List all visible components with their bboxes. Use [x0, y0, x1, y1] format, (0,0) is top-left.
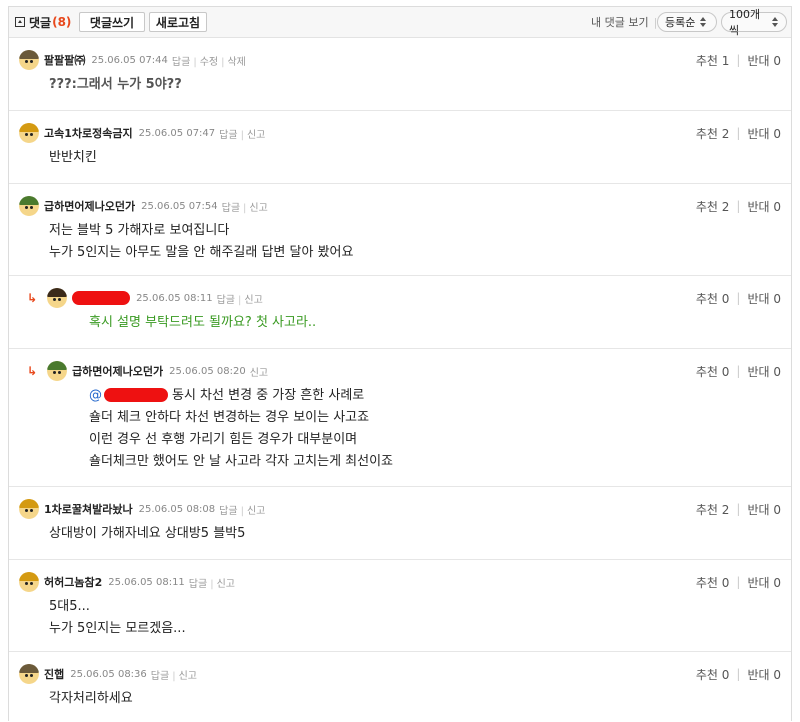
downvote-button[interactable]: 반대 0	[747, 363, 781, 380]
comment-author[interactable]: 1차로꿀쳐발라놨나	[44, 501, 133, 517]
upvote-button[interactable]: 추천 2	[696, 125, 730, 142]
refresh-button[interactable]: 새로고침	[149, 12, 207, 32]
delete-link[interactable]: 삭제	[227, 57, 245, 68]
comment-toggle[interactable]: 댓글 (8)	[15, 7, 71, 37]
sort-select[interactable]: 등록순	[657, 12, 717, 32]
comment-date: 25.06.05 07:47	[138, 127, 216, 139]
report-link[interactable]: 신고	[179, 671, 197, 682]
downvote-button[interactable]: 반대 0	[747, 501, 781, 518]
upvote-button[interactable]: 추천 0	[696, 363, 730, 380]
avatar[interactable]	[19, 196, 39, 216]
comment-text: 5대5... 누가 5인지는 모르겠음...	[49, 599, 186, 636]
comment-date: 25.06.05 07:54	[141, 200, 218, 212]
comment-author[interactable]: 허허그놈참2	[44, 574, 102, 590]
downvote-button[interactable]: 반대 0	[747, 574, 781, 591]
downvote-button[interactable]: 반대 0	[747, 290, 781, 307]
comment-item: 고속1차로정속금지 25.06.05 07:47 답글 | 신고 추천 2 | 반대 0…	[9, 111, 791, 184]
comment-date: 25.06.05 08:20	[169, 365, 246, 377]
upvote-button[interactable]: 추천 0	[696, 290, 730, 307]
reply-link[interactable]: 답글	[222, 203, 240, 214]
report-link[interactable]: 신고	[247, 506, 265, 517]
reply-link[interactable]: 답글	[172, 57, 190, 68]
comment-count: (8)	[52, 15, 72, 29]
comment-date: 25.06.05 08:11	[136, 292, 213, 304]
redacted-mention	[104, 387, 168, 402]
upvote-button[interactable]: 추천 2	[696, 198, 730, 215]
my-comments-link[interactable]: 내 댓글 보기 |	[591, 7, 657, 37]
report-link[interactable]: 신고	[249, 203, 267, 214]
per-page-select[interactable]: 100개씩	[721, 8, 787, 37]
comment-toolbar: 댓글 (8) 댓글쓰기 새로고침 내 댓글 보기 | 등록순 100개씩	[9, 7, 791, 38]
comment-item: 팔팔팔㈜ 25.06.05 07:44 답글 | 수정 | 삭제 추천 1 | 반대 0 ?…	[9, 38, 791, 111]
reply-link[interactable]: 답글	[219, 506, 237, 517]
comment-label: 댓글	[29, 15, 52, 30]
comment-item: 1차로꿀쳐발라놨나 25.06.05 08:08 답글 | 신고 추천 2 | 반대 0…	[9, 487, 791, 560]
comment-text: @ 동시 차선 변경 중 가장 흔한 사례로 숄더 체크 안하다 차선 변경하는 …	[89, 387, 394, 469]
comment-date: 25.06.05 08:11	[108, 576, 185, 588]
comment-author[interactable]: 급하면어제나오던가	[44, 198, 135, 214]
comment-date: 25.06.05 08:36	[70, 668, 147, 680]
comment-author[interactable]: 고속1차로정속금지	[44, 125, 133, 141]
report-link[interactable]: 신고	[247, 130, 265, 141]
avatar[interactable]	[47, 361, 68, 381]
write-comment-button[interactable]: 댓글쓰기	[79, 12, 145, 32]
comment-text: 저는 블박 5 가해자로 보여집니다 누가 5인지는 아무도 말을 안 해주길래…	[49, 223, 354, 260]
reply-item: ↳ 25.06.05 08:11 답글 | 신고 추천 0 | 반대 0 혹시 설명 부…	[9, 276, 791, 349]
report-link[interactable]: 신고	[244, 295, 262, 306]
reply-arrow-icon: ↳	[27, 364, 38, 378]
comment-text: 혹시 설명 부탁드려도 될까요? 첫 사고라..	[89, 315, 317, 330]
collapse-icon	[15, 17, 25, 27]
reply-link[interactable]: 답글	[219, 130, 237, 141]
avatar[interactable]	[47, 288, 68, 308]
mention[interactable]: @	[89, 388, 102, 403]
reply-link[interactable]: 답글	[189, 579, 207, 590]
downvote-button[interactable]: 반대 0	[747, 125, 781, 142]
comment-author[interactable]: 팔팔팔㈜	[44, 52, 85, 68]
comment-date: 25.06.05 07:44	[91, 54, 168, 66]
avatar[interactable]	[19, 50, 39, 70]
reply-link[interactable]: 답글	[217, 295, 235, 306]
downvote-button[interactable]: 반대 0	[747, 52, 781, 69]
comment-item: 진햅 25.06.05 08:36 답글 | 신고 추천 0 | 반대 0 각자처리하세…	[9, 652, 791, 722]
upvote-button[interactable]: 추천 0	[696, 666, 730, 683]
report-link[interactable]: 신고	[217, 579, 235, 590]
comment-author[interactable]: 급하면어제나오던가	[72, 363, 163, 379]
reply-item: ↳ 급하면어제나오던가 25.06.05 08:20 신고 추천 0 | 반대 0 …	[9, 349, 791, 487]
avatar[interactable]	[19, 123, 39, 143]
comment-text: 반반치킨	[49, 150, 97, 165]
updown-icon	[700, 17, 707, 27]
comment-text: 각자처리하세요	[49, 691, 133, 706]
redacted-author	[72, 291, 131, 305]
upvote-button[interactable]: 추천 2	[696, 501, 730, 518]
downvote-button[interactable]: 반대 0	[747, 198, 781, 215]
avatar[interactable]	[19, 664, 39, 684]
reply-arrow-icon: ↳	[27, 291, 38, 305]
updown-icon	[772, 17, 779, 27]
upvote-button[interactable]: 추천 1	[696, 52, 730, 69]
downvote-button[interactable]: 반대 0	[747, 666, 781, 683]
comment-text: 상대방이 가해자네요 상대방5 블박5	[49, 526, 246, 541]
avatar[interactable]	[19, 572, 39, 592]
reply-link[interactable]: 답글	[151, 671, 169, 682]
edit-link[interactable]: 수정	[200, 57, 218, 68]
report-link[interactable]: 신고	[250, 368, 268, 379]
upvote-button[interactable]: 추천 0	[696, 574, 730, 591]
comment-section: 댓글 (8) 댓글쓰기 새로고침 내 댓글 보기 | 등록순 100개씩 팔팔팔…	[8, 6, 792, 721]
comment-author[interactable]: 진햅	[44, 666, 64, 682]
comment-item: 허허그놈참2 25.06.05 08:11 답글 | 신고 추천 0 | 반대 0 5대…	[9, 560, 791, 652]
comment-item: 급하면어제나오던가 25.06.05 07:54 답글 | 신고 추천 2 | 반대 0…	[9, 184, 791, 276]
comment-text: ???:그래서 누가 5야??	[49, 77, 182, 92]
comment-date: 25.06.05 08:08	[138, 503, 216, 515]
avatar[interactable]	[19, 499, 39, 519]
